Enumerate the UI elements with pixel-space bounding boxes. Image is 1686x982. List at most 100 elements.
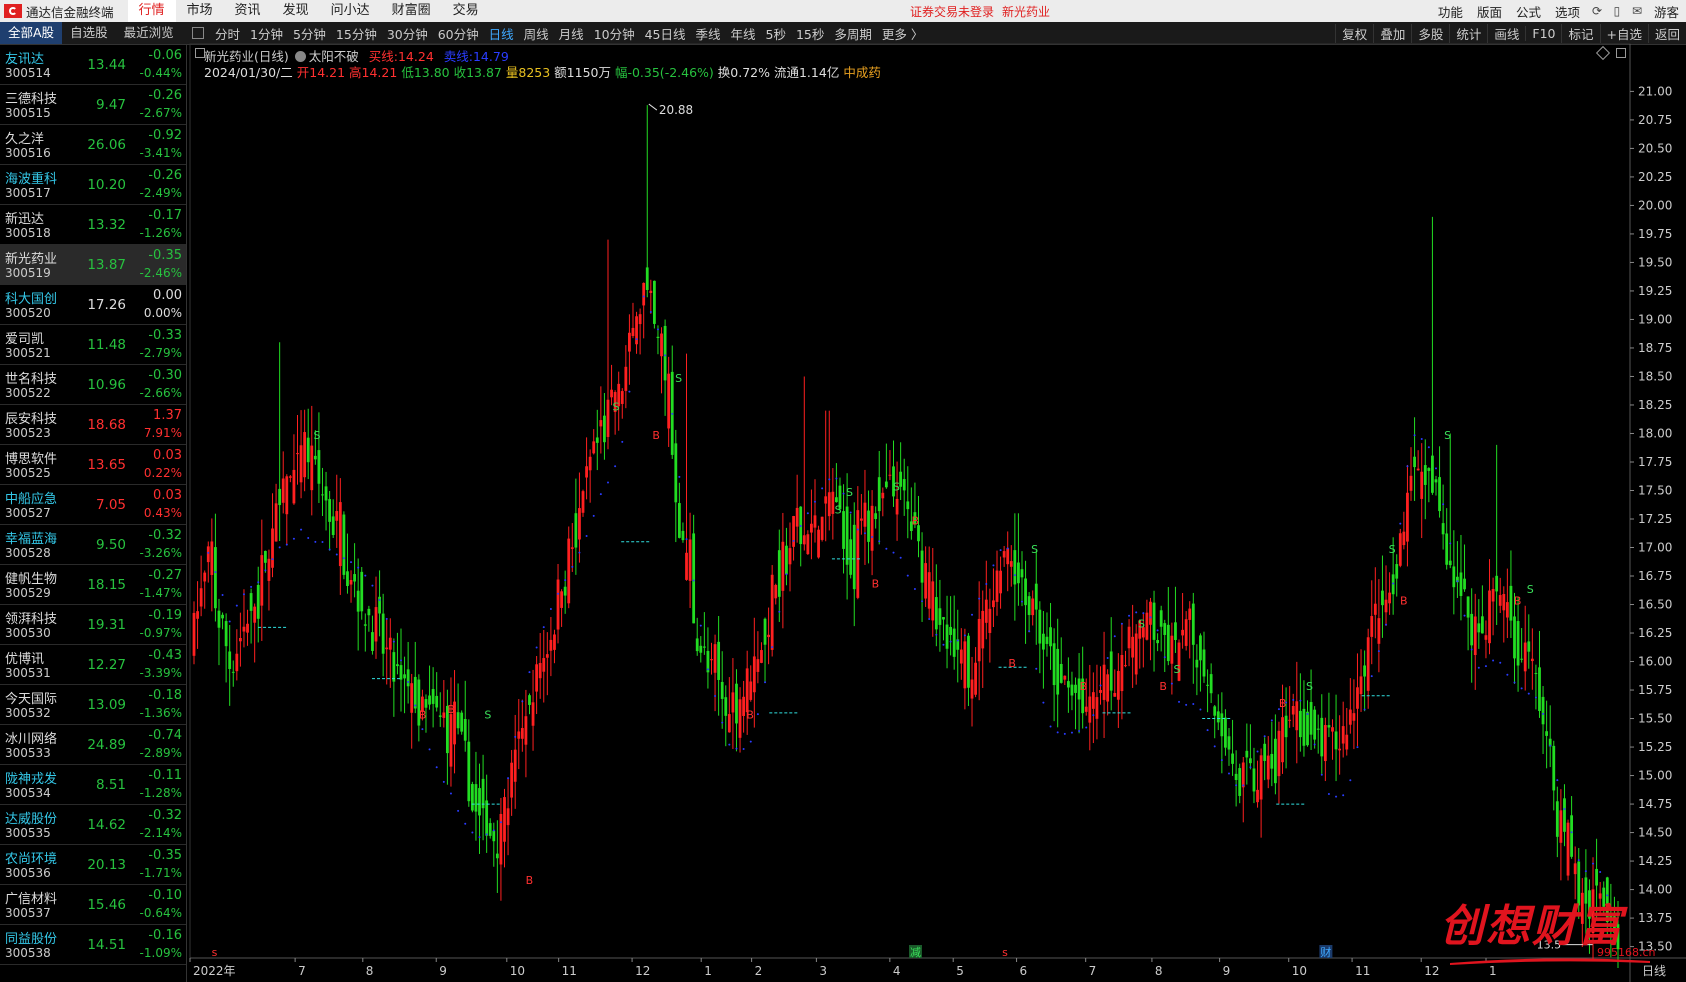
bar-volume: 量8253 (505, 65, 551, 80)
trail-dot (699, 624, 702, 627)
candle-body (713, 644, 717, 673)
candle-body (1488, 590, 1491, 644)
candle-body (460, 712, 464, 732)
trail-dot (1413, 434, 1416, 437)
candle-body (217, 610, 221, 628)
y-tick-label: 18.75 (1638, 341, 1672, 355)
candle-body (235, 653, 239, 672)
trail-dot (1584, 870, 1587, 873)
candle-body (356, 590, 360, 612)
trail-dot (821, 487, 824, 490)
trail-line (207, 295, 1616, 921)
trail-dot (1192, 702, 1195, 705)
candle-body (1109, 651, 1113, 691)
candle-body (981, 610, 985, 649)
trail-dot (913, 587, 916, 590)
candle-body (606, 399, 610, 437)
diamond-icon[interactable] (1595, 45, 1611, 61)
trail-dot (706, 668, 709, 671)
event-marker[interactable]: s (212, 946, 218, 959)
bar-date: 2024/01/30/二 (204, 65, 293, 80)
candle-body (895, 498, 899, 515)
candle-body (1056, 648, 1060, 695)
candle-body (592, 441, 596, 454)
candle-body (620, 391, 624, 404)
candle-body (1209, 674, 1213, 694)
candle-body (781, 541, 785, 591)
y-tick-label: 14.50 (1638, 826, 1672, 840)
candle-body (1381, 590, 1384, 606)
event-marker[interactable]: 减 (910, 946, 921, 959)
candle-body (710, 659, 713, 661)
candle-body (1027, 596, 1031, 615)
candle-body (806, 534, 810, 555)
indicator-eye-icon[interactable] (294, 51, 306, 62)
trail-dot (1113, 635, 1116, 638)
x-tick-label: 10 (1292, 964, 1307, 978)
trail-dot (1128, 614, 1131, 617)
candle-body (610, 389, 613, 398)
trail-dot (1577, 859, 1580, 862)
trail-dot (457, 809, 460, 812)
signal-marker: S (1138, 617, 1145, 630)
y-tick-label: 17.25 (1638, 512, 1672, 526)
candle-body (1066, 681, 1070, 688)
trail-dot (999, 549, 1002, 552)
trail-dot (771, 646, 774, 649)
trail-dot (214, 571, 217, 574)
candle-body (1074, 684, 1077, 693)
candle-body (1566, 822, 1570, 876)
x-tick-label: 7 (1089, 964, 1097, 978)
trail-dot (892, 551, 895, 554)
trail-dot (1520, 687, 1523, 690)
event-marker[interactable]: s (1002, 946, 1008, 959)
trail-dot (1420, 437, 1423, 440)
trail-dot (528, 671, 531, 674)
candle-body (870, 505, 874, 551)
trail-dot (1563, 808, 1566, 811)
y-tick-label: 18.00 (1638, 426, 1672, 440)
max-pointer (648, 103, 658, 111)
trail-dot (292, 537, 295, 540)
candle-body (488, 823, 492, 836)
candle-body (292, 469, 296, 504)
trail-dot (378, 598, 381, 601)
candle-body (756, 659, 760, 672)
candle-body (977, 618, 981, 662)
candle-body (652, 280, 656, 324)
candle-body (770, 574, 774, 650)
trail-dot (257, 581, 260, 584)
signal-marker: S (893, 480, 900, 493)
maximize-icon[interactable] (1616, 48, 1626, 58)
trail-dot (878, 540, 881, 543)
candle-body (510, 762, 514, 798)
candle-body (1509, 585, 1513, 621)
trail-dot (1399, 522, 1402, 525)
kline-chart[interactable]: 21.00 20.75 20.50 20.25 20.00 19.75 19.50 19.25… (0, 0, 1686, 982)
trail-dot (1263, 735, 1266, 738)
candle-body (1434, 479, 1438, 483)
trail-dot (1178, 700, 1181, 703)
candle-body (1059, 663, 1063, 683)
candle-body (581, 491, 585, 513)
candle-body (538, 662, 542, 679)
trail-dot (664, 354, 667, 357)
trail-dot (1156, 629, 1159, 632)
candle-body (267, 558, 271, 581)
signal-marker: B (1159, 680, 1167, 693)
y-tick-label: 15.50 (1638, 712, 1672, 726)
candle-body (959, 649, 963, 664)
candle-body (578, 508, 581, 540)
candle-body (1373, 603, 1377, 615)
trail-dot (478, 836, 481, 839)
trail-dot (1306, 712, 1309, 715)
trail-dot (1442, 503, 1445, 506)
candle-body (685, 552, 688, 580)
bar-turnover: 换0.72% (717, 65, 770, 80)
bar-sector[interactable]: 中成药 (843, 65, 881, 80)
signal-marker: B (419, 709, 427, 722)
candle-body (246, 623, 249, 633)
event-marker[interactable]: 财 (1320, 945, 1331, 959)
candle-body (1441, 523, 1445, 535)
candle-body (1406, 492, 1409, 542)
